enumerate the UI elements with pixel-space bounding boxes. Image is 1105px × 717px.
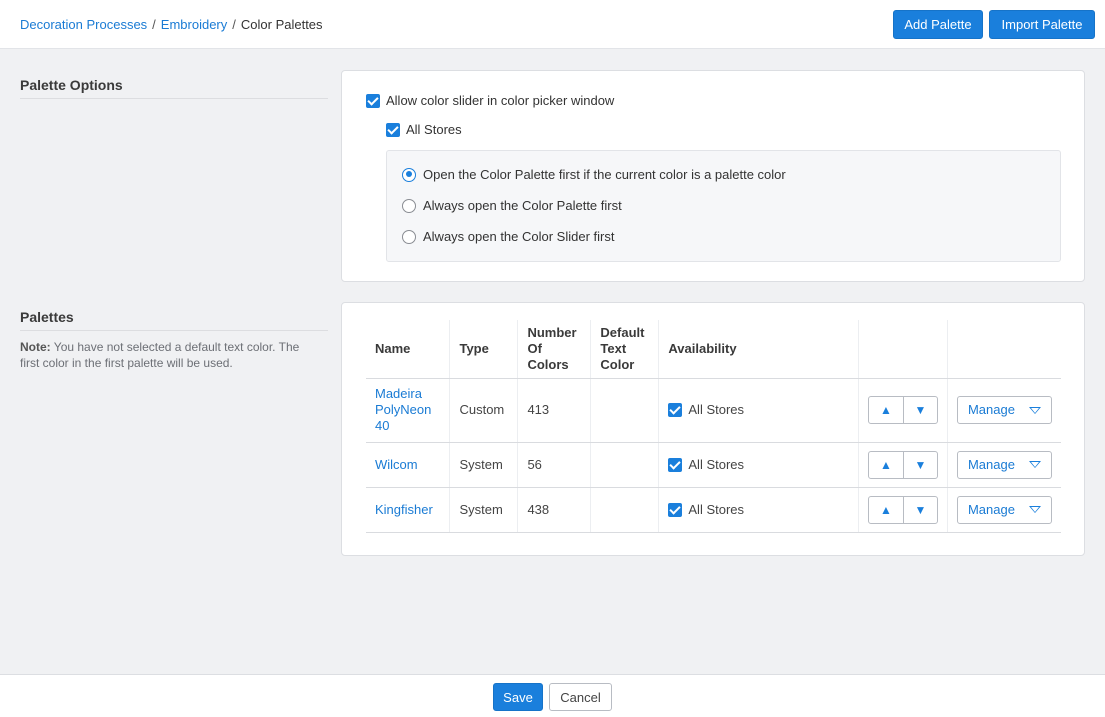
add-palette-button[interactable]: Add Palette (893, 10, 983, 39)
palette-name-link[interactable]: Kingfisher (375, 502, 433, 517)
palette-availability-cell: All Stores (658, 487, 859, 533)
column-header-actions (946, 320, 1061, 379)
table-header-row: Name Type Number Of Colors Default Text … (366, 320, 1061, 379)
move-up-icon[interactable]: ▲ (869, 452, 903, 478)
allow-slider-checkbox[interactable] (366, 93, 380, 108)
radio-option-palette-if-match[interactable]: Open the Color Palette first if the curr… (402, 167, 786, 182)
palette-name-cell: Wilcom (366, 442, 450, 488)
column-header-order (857, 320, 948, 379)
palette-actions-cell: Manage (946, 487, 1061, 533)
manage-dropdown-button[interactable]: Manage (956, 450, 1052, 479)
palette-order-cell: ▲ ▼ (857, 378, 948, 443)
all-stores-option[interactable]: All Stores (386, 122, 462, 137)
manage-dropdown-button[interactable]: Manage (956, 396, 1052, 424)
radio-label: Open the Color Palette first if the curr… (423, 167, 786, 182)
radio-label: Always open the Color Palette first (423, 198, 622, 213)
note-text: You have not selected a default text col… (20, 340, 300, 370)
column-header-number-of-colors[interactable]: Number Of Colors (517, 320, 591, 379)
manage-label: Manage (967, 501, 1015, 517)
manage-label: Manage (967, 402, 1015, 417)
column-header-name[interactable]: Name (366, 320, 450, 379)
availability-checkbox[interactable] (668, 403, 683, 417)
breadcrumb-decoration-processes[interactable]: Decoration Processes (20, 17, 147, 32)
footer-bar: Save Cancel (0, 674, 1105, 717)
palette-order-cell: ▲ ▼ (857, 442, 948, 488)
move-down-icon[interactable]: ▼ (902, 397, 937, 423)
reorder-buttons: ▲ ▼ (867, 495, 938, 524)
radio-option-palette-first[interactable]: Always open the Color Palette first (402, 198, 622, 213)
section-divider (20, 330, 328, 331)
note-label: Note: (20, 340, 51, 354)
manage-dropdown-button[interactable]: Manage (956, 495, 1052, 524)
breadcrumb-separator: / (152, 17, 156, 32)
palette-default-color-cell (590, 487, 659, 533)
palette-default-color-cell (590, 442, 659, 488)
column-header-type[interactable]: Type (449, 320, 518, 379)
picker-open-options: Open the Color Palette first if the curr… (386, 150, 1061, 262)
palette-name-link[interactable]: Wilcom (375, 457, 418, 472)
chevron-down-icon (1028, 461, 1041, 468)
palettes-card: Name Type Number Of Colors Default Text … (341, 302, 1085, 556)
palette-count-cell: 438 (517, 487, 591, 533)
manage-label: Manage (967, 456, 1015, 472)
radio-button[interactable] (402, 167, 416, 182)
radio-button[interactable] (402, 229, 416, 244)
reorder-buttons: ▲ ▼ (867, 450, 938, 479)
radio-option-slider-first[interactable]: Always open the Color Slider first (402, 229, 614, 244)
availability-label: All Stores (688, 456, 745, 472)
palette-type-cell: Custom (449, 378, 518, 443)
availability-label: All Stores (688, 402, 745, 417)
column-header-default-text-color[interactable]: Default Text Color (590, 320, 659, 379)
default-color-note: Note: You have not selected a default te… (20, 339, 320, 371)
import-palette-button[interactable]: Import Palette (989, 10, 1095, 39)
palettes-title: Palettes (20, 309, 74, 325)
top-bar: Decoration Processes / Embroidery / Color Pa… (0, 0, 1105, 49)
availability-checkbox[interactable] (668, 502, 683, 517)
palette-name-link[interactable]: Madeira PolyNeon 40 (375, 386, 431, 433)
palette-order-cell: ▲ ▼ (857, 487, 948, 533)
allow-slider-label: Allow color slider in color picker windo… (386, 93, 615, 108)
table-row: Kingfisher System 438 All Stores ▲ ▼ Mana… (366, 487, 1061, 533)
breadcrumb-current: Color Palettes (240, 17, 323, 32)
section-divider (20, 98, 328, 99)
palette-name-cell: Madeira PolyNeon 40 (366, 378, 450, 443)
palette-count-cell: 56 (517, 442, 591, 488)
breadcrumb-embroidery[interactable]: Embroidery (161, 17, 227, 32)
cancel-button[interactable]: Cancel (549, 683, 612, 711)
availability-label: All Stores (688, 501, 745, 517)
breadcrumb-separator: / (232, 17, 236, 32)
move-up-icon[interactable]: ▲ (869, 397, 903, 423)
palette-default-color-cell (590, 378, 659, 443)
radio-button[interactable] (402, 198, 416, 213)
reorder-buttons: ▲ ▼ (867, 396, 938, 424)
palette-actions-cell: Manage (946, 442, 1061, 488)
all-stores-label: All Stores (406, 122, 462, 137)
palette-type-cell: System (449, 487, 518, 533)
palette-availability-cell: All Stores (658, 378, 859, 443)
palette-count-cell: 413 (517, 378, 591, 443)
table-row: Wilcom System 56 All Stores ▲ ▼ Manage (366, 442, 1061, 488)
palettes-table: Name Type Number Of Colors Default Text … (366, 320, 1061, 533)
all-stores-checkbox[interactable] (386, 122, 400, 137)
palette-actions-cell: Manage (946, 378, 1061, 443)
radio-label: Always open the Color Slider first (423, 229, 615, 244)
chevron-down-icon (1028, 406, 1041, 414)
move-down-icon[interactable]: ▼ (902, 496, 937, 523)
column-header-availability[interactable]: Availability (658, 320, 859, 379)
availability-checkbox[interactable] (668, 457, 683, 472)
save-button[interactable]: Save (493, 683, 543, 711)
move-down-icon[interactable]: ▼ (902, 451, 937, 478)
palette-name-cell: Kingfisher (366, 487, 450, 533)
palette-type-cell: System (449, 442, 518, 488)
move-up-icon[interactable]: ▲ (869, 497, 903, 523)
table-row: Madeira PolyNeon 40 Custom 413 All Store… (366, 378, 1061, 443)
allow-slider-option[interactable]: Allow color slider in color picker windo… (366, 93, 614, 108)
palette-availability-cell: All Stores (658, 442, 859, 488)
palette-options-card: Allow color slider in color picker windo… (341, 70, 1085, 282)
chevron-down-icon (1028, 506, 1041, 513)
breadcrumb: Decoration Processes / Embroidery / Color Pa… (20, 17, 323, 32)
palette-options-title: Palette Options (20, 77, 123, 93)
